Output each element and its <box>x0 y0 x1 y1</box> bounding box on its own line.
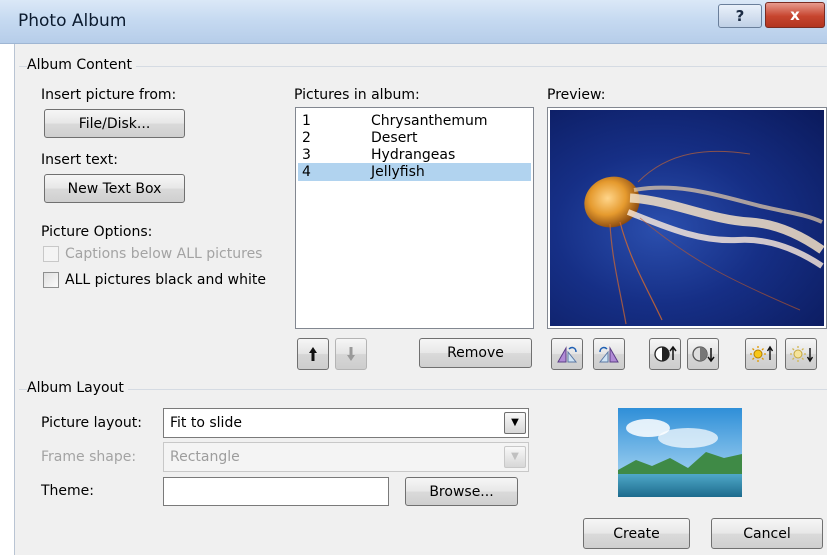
title-bar: Photo Album ? x <box>0 0 827 44</box>
picture-layout-label: Picture layout: <box>41 415 142 431</box>
brightness-increase-icon <box>750 345 773 362</box>
new-text-box-button-label: New Text Box <box>67 180 162 197</box>
preview-image <box>550 110 824 326</box>
help-icon: ? <box>735 7 745 25</box>
black-white-checkbox-row[interactable]: ALL pictures black and white <box>43 272 266 288</box>
pictures-list[interactable]: 1 Chrysanthemum 2 Desert 3 Hydrangeas 4 … <box>295 107 534 329</box>
layout-preview-thumbnail <box>618 408 742 497</box>
contrast-increase-button[interactable] <box>649 338 681 370</box>
list-item-number: 2 <box>302 130 311 146</box>
album-layout-separator <box>19 389 827 390</box>
frame-shape-label: Frame shape: <box>41 449 137 465</box>
list-item[interactable]: 1 Chrysanthemum <box>298 112 531 130</box>
captions-below-label: Captions below ALL pictures <box>65 246 263 262</box>
pictures-in-album-label: Pictures in album: <box>294 87 420 103</box>
chevron-down-icon[interactable]: ▼ <box>504 412 526 434</box>
window-title: Photo Album <box>18 11 127 31</box>
list-item[interactable]: 3 Hydrangeas <box>298 146 531 164</box>
new-text-box-button[interactable]: New Text Box <box>44 174 185 203</box>
help-button[interactable]: ? <box>718 4 762 28</box>
move-down-button[interactable] <box>335 338 367 370</box>
browse-button-label: Browse... <box>429 483 494 500</box>
move-up-button[interactable] <box>297 338 329 370</box>
remove-button[interactable]: Remove <box>419 338 532 368</box>
contrast-decrease-button[interactable] <box>687 338 719 370</box>
brightness-decrease-icon <box>790 346 813 363</box>
rotate-right-icon <box>598 346 619 363</box>
chevron-down-icon: ▼ <box>504 446 526 468</box>
insert-picture-from-label: Insert picture from: <box>41 87 177 103</box>
preview-pane <box>547 107 827 329</box>
create-button-label: Create <box>613 525 660 542</box>
rotate-left-icon <box>557 346 578 363</box>
remove-button-label: Remove <box>447 345 504 361</box>
theme-field[interactable] <box>163 477 389 506</box>
rotate-right-button[interactable] <box>593 338 625 370</box>
list-item-number: 3 <box>302 147 311 163</box>
photo-album-dialog: Album Content Insert picture from: File/… <box>14 44 827 555</box>
create-button[interactable]: Create <box>583 518 690 549</box>
file-disk-button[interactable]: File/Disk... <box>44 109 185 138</box>
list-item-name: Hydrangeas <box>371 147 456 163</box>
black-white-label: ALL pictures black and white <box>65 272 266 288</box>
rotate-left-button[interactable] <box>551 338 583 370</box>
list-item[interactable]: 2 Desert <box>298 129 531 147</box>
list-item-number: 4 <box>302 164 311 180</box>
cancel-button-label: Cancel <box>743 525 791 542</box>
picture-options-label: Picture Options: <box>41 224 153 240</box>
arrow-up-icon <box>309 347 317 361</box>
captions-below-checkbox-row: Captions below ALL pictures <box>43 246 262 262</box>
black-white-checkbox[interactable] <box>43 272 59 288</box>
album-content-frame <box>19 66 827 67</box>
picture-layout-value: Fit to slide <box>170 415 242 431</box>
album-layout-group-label: Album Layout <box>27 380 128 396</box>
list-item-number: 1 <box>302 113 311 129</box>
frame-shape-dropdown: Rectangle ▼ <box>163 442 529 472</box>
theme-label: Theme: <box>41 483 95 499</box>
brightness-decrease-button[interactable] <box>785 338 817 370</box>
cancel-button[interactable]: Cancel <box>711 518 823 549</box>
preview-label: Preview: <box>547 87 606 103</box>
list-item-name: Jellyfish <box>371 164 425 180</box>
contrast-decrease-icon <box>692 346 715 363</box>
browse-button[interactable]: Browse... <box>405 477 518 506</box>
close-button[interactable]: x <box>765 2 825 28</box>
list-item-name: Chrysanthemum <box>371 113 488 129</box>
contrast-increase-icon <box>654 345 677 362</box>
landscape-thumbnail-image <box>618 408 742 497</box>
brightness-increase-button[interactable] <box>745 338 777 370</box>
insert-text-label: Insert text: <box>41 152 118 168</box>
frame-shape-value: Rectangle <box>170 449 240 465</box>
album-content-group-label: Album Content <box>27 57 136 73</box>
jellyfish-image <box>584 150 824 325</box>
close-icon: x <box>790 6 800 24</box>
list-item-selected[interactable]: 4 Jellyfish <box>298 163 531 181</box>
list-item-name: Desert <box>371 130 418 146</box>
file-disk-button-label: File/Disk... <box>78 115 151 132</box>
arrow-down-icon <box>347 347 355 361</box>
captions-below-checkbox <box>43 246 59 262</box>
picture-layout-dropdown[interactable]: Fit to slide ▼ <box>163 408 529 438</box>
